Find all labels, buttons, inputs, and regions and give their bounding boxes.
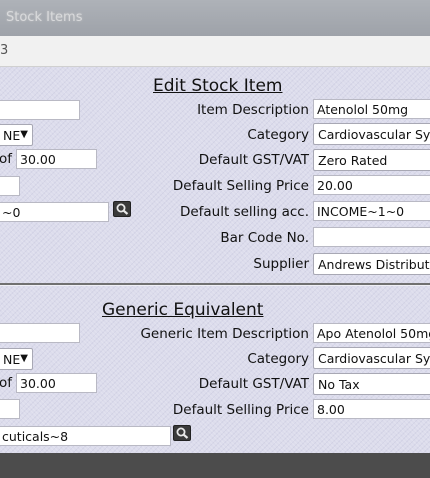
edit-left-account-input[interactable]: ~0 bbox=[0, 202, 109, 222]
selling-acc-label: Default selling acc. bbox=[179, 204, 309, 220]
window-title: Stock Items bbox=[6, 10, 83, 25]
item-description-label: Item Description bbox=[197, 102, 309, 118]
category-select[interactable]: Cardiovascular Sys bbox=[313, 123, 430, 145]
edit-left-blank-input[interactable] bbox=[0, 100, 80, 120]
generic-gst-label: Default GST/VAT bbox=[198, 376, 309, 392]
item-description-input[interactable]: Atenolol 50mg bbox=[313, 99, 430, 119]
generic-left-small-input[interactable] bbox=[0, 399, 20, 419]
search-icon[interactable] bbox=[173, 425, 191, 441]
edit-stock-item-heading: Edit Stock Item bbox=[153, 76, 283, 96]
chevron-down-icon: ▼ bbox=[20, 129, 28, 140]
generic-category-select[interactable]: Cardiovascular Sys bbox=[313, 347, 430, 369]
barcode-label: Bar Code No. bbox=[220, 230, 309, 246]
bottom-bar bbox=[0, 453, 430, 478]
generic-left-blank-input[interactable] bbox=[0, 323, 80, 343]
generic-item-description-label: Generic Item Description bbox=[140, 326, 309, 342]
supplier-select[interactable]: Andrews Distributor bbox=[313, 253, 430, 275]
edit-left-of-label: of bbox=[0, 151, 13, 167]
generic-left-of-input[interactable]: 30.00 bbox=[16, 373, 97, 393]
generic-left-select[interactable]: NE ▼ bbox=[0, 348, 33, 370]
edit-left-select[interactable]: NE ▼ bbox=[0, 124, 33, 146]
category-label: Category bbox=[247, 127, 309, 143]
barcode-input[interactable] bbox=[313, 227, 430, 247]
selling-price-label: Default Selling Price bbox=[172, 178, 309, 194]
chevron-down-icon: ▼ bbox=[20, 353, 28, 364]
generic-left-of-label: of bbox=[0, 375, 13, 391]
gst-label: Default GST/VAT bbox=[198, 152, 309, 168]
gst-select[interactable]: Zero Rated bbox=[313, 149, 430, 171]
generic-selling-price-label: Default Selling Price bbox=[172, 402, 309, 418]
address-bar[interactable]: 3 bbox=[0, 36, 430, 67]
selling-acc-input[interactable]: INCOME~1~0 bbox=[313, 201, 430, 221]
edit-left-small-input[interactable] bbox=[0, 176, 20, 196]
generic-equivalent-heading: Generic Equivalent bbox=[102, 300, 264, 320]
supplier-label: Supplier bbox=[253, 256, 309, 272]
search-icon[interactable] bbox=[113, 201, 131, 217]
edit-left-of-input[interactable]: 30.00 bbox=[16, 149, 97, 169]
generic-selling-price-input[interactable]: 8.00 bbox=[313, 399, 430, 419]
generic-category-label: Category bbox=[247, 351, 309, 367]
edit-left-select-value: NE bbox=[3, 128, 21, 143]
generic-left-select-value: NE bbox=[3, 352, 21, 367]
section-divider bbox=[0, 283, 430, 286]
selling-price-input[interactable]: 20.00 bbox=[313, 175, 430, 195]
window-titlebar: Stock Items bbox=[0, 0, 430, 37]
address-value: 3 bbox=[0, 43, 9, 58]
generic-gst-select[interactable]: No Tax bbox=[313, 373, 430, 395]
generic-left-account-input[interactable]: cuticals~8 bbox=[0, 426, 171, 446]
generic-item-description-input[interactable]: Apo Atenolol 50mg bbox=[313, 323, 430, 343]
form-panel: Edit Stock Item NE ▼ of 30.00 ~0 Item De… bbox=[0, 67, 430, 453]
